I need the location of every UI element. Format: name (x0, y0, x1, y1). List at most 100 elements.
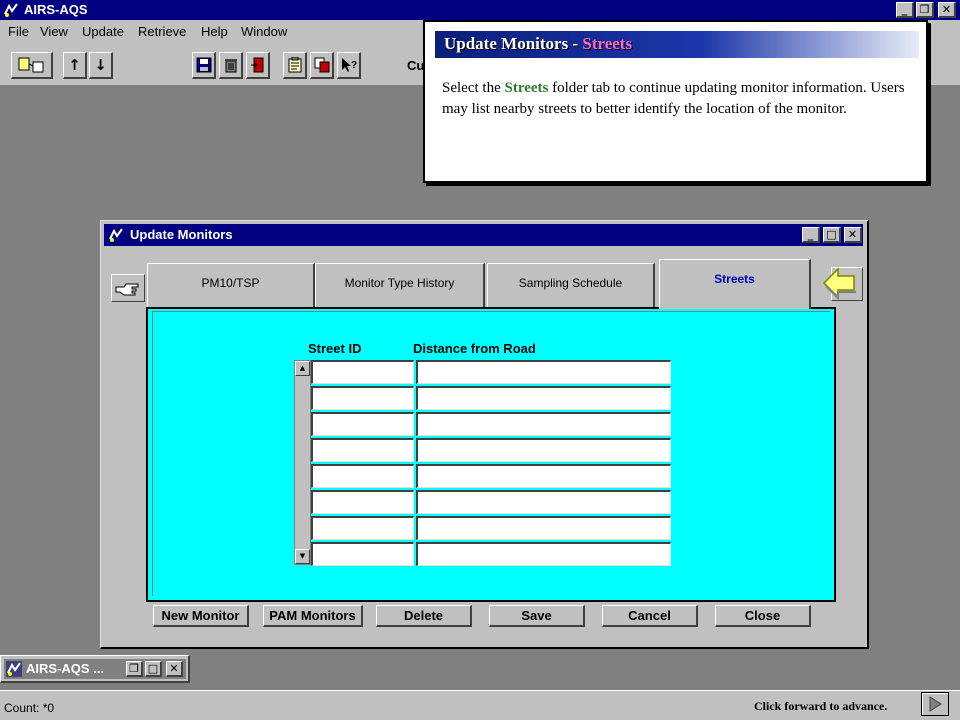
previous-record-button[interactable]: ↑ (63, 52, 87, 79)
streets-panel: Street ID Distance from Road ▲ ▼ (146, 307, 836, 602)
clipboard-icon (288, 57, 301, 73)
app-restore-button[interactable]: ❐ (916, 2, 934, 18)
callout-title: Update Monitors - Streets (444, 34, 632, 54)
scroll-down-icon: ▼ (299, 552, 306, 560)
tutorial-callout: Update Monitors - Streets Select the Str… (423, 20, 928, 183)
next-record-button[interactable]: ↓ (89, 52, 113, 79)
minimized-window-titlebar: AIRS-AQS ... ❐ □ ✕ (4, 659, 186, 679)
scroll-down-button[interactable]: ▼ (295, 549, 310, 564)
dialog-titlebar: Update Monitors _ □ ✕ (104, 224, 863, 246)
cancel-button[interactable]: Cancel (602, 605, 698, 627)
query-button[interactable] (11, 52, 53, 79)
tab-pm10-tsp[interactable]: PM10/TSP (147, 263, 315, 307)
scroll-up-icon: ▲ (299, 364, 306, 372)
distance-from-road-cell[interactable] (416, 490, 671, 514)
copy-button[interactable] (310, 52, 334, 79)
distance-from-road-cell[interactable] (416, 438, 671, 462)
distance-from-road-cell[interactable] (416, 360, 671, 384)
callout-title-highlight: Streets (582, 34, 633, 53)
update-monitors-dialog: Update Monitors _ □ ✕ PM10/TSP Monitor T… (100, 220, 869, 649)
menu-view[interactable]: View (40, 24, 68, 39)
street-id-cell[interactable] (311, 412, 414, 436)
delete-button[interactable]: Delete (376, 605, 472, 627)
menu-file[interactable]: File (8, 24, 29, 39)
floppy-disk-icon (196, 57, 211, 73)
tab-label: Sampling Schedule (518, 276, 623, 290)
minimize-icon: _ (807, 228, 814, 241)
app-close-button[interactable]: ✕ (938, 2, 956, 18)
copy-pages-icon (314, 57, 329, 73)
clipboard-button[interactable] (283, 52, 307, 79)
save-toolbar-button[interactable] (192, 52, 216, 79)
tab-sampling-schedule[interactable]: Sampling Schedule (487, 263, 655, 307)
tab-label: Monitor Type History (344, 276, 455, 290)
distance-from-road-cell[interactable] (416, 516, 671, 540)
dialog-maximize-button[interactable]: □ (823, 227, 841, 243)
distance-from-road-cell[interactable] (416, 412, 671, 436)
restore-icon: ❐ (129, 662, 139, 675)
minimized-window[interactable]: AIRS-AQS ... ❐ □ ✕ (0, 655, 190, 683)
app-minimize-button[interactable]: _ (896, 2, 914, 18)
exit-button[interactable] (246, 52, 270, 79)
callout-header: Update Monitors - Streets (435, 31, 919, 58)
street-id-cell[interactable] (311, 542, 414, 566)
close-icon: ✕ (847, 228, 858, 241)
delete-toolbar-button[interactable] (219, 52, 243, 79)
help-pointer-button[interactable]: ? (337, 52, 361, 79)
callout-body-before: Select the (442, 80, 505, 96)
record-count: Count: *0 (4, 701, 55, 715)
menu-update[interactable]: Update (82, 24, 124, 39)
callout-title-prefix: Update Monitors - (444, 34, 583, 53)
tab-scroll-button[interactable] (822, 267, 863, 301)
forward-button[interactable] (921, 692, 949, 716)
pointing-hand-button[interactable] (111, 274, 145, 302)
maximize-icon: □ (826, 228, 837, 241)
minimized-window-title: AIRS-AQS ... (26, 661, 105, 676)
save-button[interactable]: Save (489, 605, 585, 627)
help-arrow-icon: ? (341, 58, 357, 72)
pointing-hand-icon (115, 283, 139, 296)
column-header-distance-from-road: Distance from Road (413, 341, 536, 356)
status-bar: Count: *0 Click forward to advance. (0, 690, 960, 720)
street-id-cell[interactable] (311, 438, 414, 462)
svg-text:?: ? (351, 60, 357, 71)
street-id-cell[interactable] (311, 386, 414, 410)
streets-panel-inner: Street ID Distance from Road ▲ ▼ (152, 311, 830, 596)
yellow-left-arrow-icon (822, 267, 856, 300)
dialog-close-button[interactable]: ✕ (844, 227, 862, 243)
menu-help[interactable]: Help (201, 24, 228, 39)
tab-streets[interactable]: Streets (659, 259, 811, 309)
close-icon: ✕ (169, 662, 179, 675)
scroll-up-button[interactable]: ▲ (295, 361, 310, 376)
grid-vertical-scrollbar[interactable]: ▲ ▼ (294, 360, 311, 565)
new-monitor-button[interactable]: New Monitor (153, 605, 249, 627)
tab-label: PM10/TSP (201, 276, 260, 290)
distance-from-road-cell[interactable] (416, 542, 671, 566)
dialog-minimize-button[interactable]: _ (802, 227, 820, 243)
distance-from-road-cell[interactable] (416, 386, 671, 410)
street-id-cell[interactable] (311, 516, 414, 540)
exit-door-icon (250, 57, 263, 73)
menu-retrieve[interactable]: Retrieve (138, 24, 186, 39)
app-title: AIRS-AQS (24, 2, 88, 17)
column-header-street-id: Street ID (308, 341, 362, 356)
maximize-icon: □ (147, 662, 159, 675)
minimized-maximize-button[interactable]: □ (145, 661, 162, 677)
pam-monitors-button[interactable]: PAM Monitors (263, 605, 363, 627)
minimized-restore-button[interactable]: ❐ (126, 661, 143, 677)
forward-arrow-icon (929, 696, 942, 712)
dialog-app-icon (108, 227, 124, 243)
distance-from-road-cell[interactable] (416, 464, 671, 488)
street-id-cell[interactable] (311, 360, 414, 384)
street-id-cell[interactable] (311, 490, 414, 514)
app-titlebar: AIRS-AQS _ ❐ ✕ (0, 0, 960, 20)
close-button[interactable]: Close (715, 605, 811, 627)
tab-monitor-type-history[interactable]: Monitor Type History (315, 263, 485, 307)
minimized-close-button[interactable]: ✕ (166, 661, 183, 677)
minimized-app-icon (6, 661, 22, 677)
trash-can-icon (224, 59, 237, 73)
street-id-cell[interactable] (311, 464, 414, 488)
menu-window[interactable]: Window (241, 24, 287, 39)
arrow-down-icon: ↓ (94, 56, 107, 74)
callout-body-highlight: Streets (504, 80, 549, 96)
